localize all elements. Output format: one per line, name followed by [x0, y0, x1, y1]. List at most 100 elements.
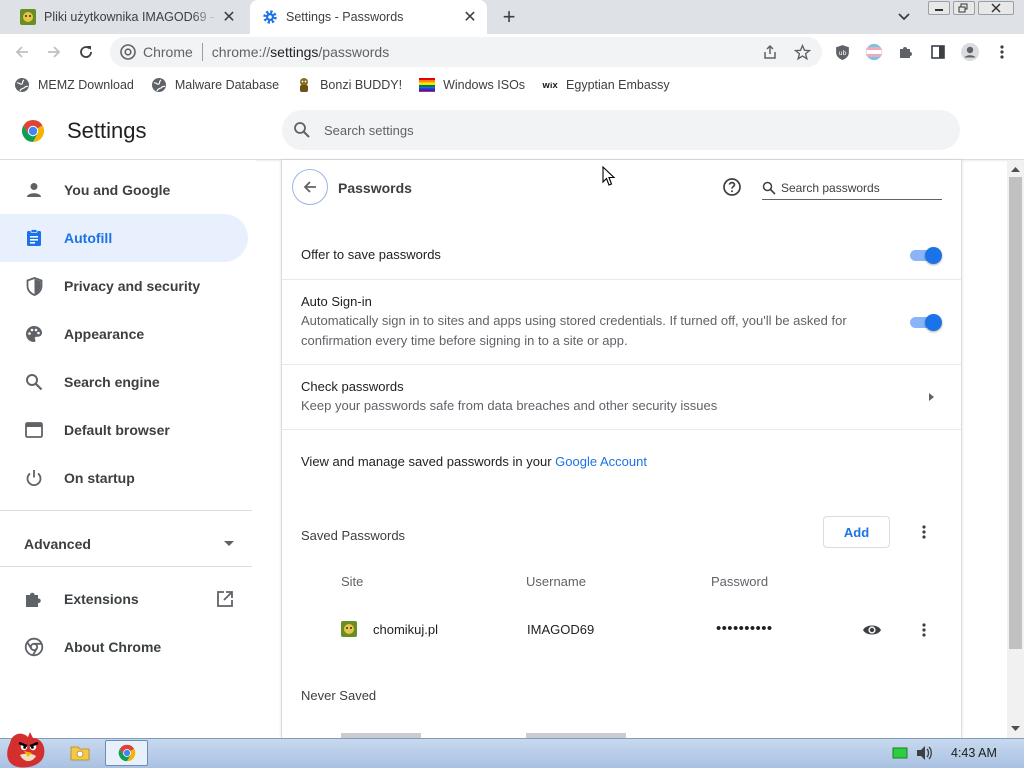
bookmark-bonzi-buddy[interactable]: Bonzi BUDDY! [296, 77, 402, 93]
back-button[interactable] [292, 169, 328, 205]
row-divider [282, 429, 961, 430]
google-account-link[interactable]: Google Account [555, 454, 647, 469]
forward-button[interactable] [43, 41, 65, 63]
arrow-back-icon [303, 181, 316, 193]
side-panel-button[interactable] [927, 41, 949, 63]
sidebar-item-on-startup[interactable]: On startup [0, 454, 248, 502]
power-icon [24, 468, 44, 488]
offer-to-save-label: Offer to save passwords [301, 247, 441, 262]
bookmark-memz[interactable]: MEMZ Download [14, 77, 134, 93]
tab-search-chevron-icon[interactable] [893, 8, 915, 26]
globe-icon [151, 78, 166, 92]
sidebar-item-privacy-and-security[interactable]: Privacy and security [0, 262, 248, 310]
show-password-eye-icon[interactable] [862, 620, 882, 640]
taskbar-clock[interactable]: 4:43 AM [951, 746, 997, 760]
close-tab-icon[interactable]: ✕ [459, 6, 481, 28]
bookmark-label: Egyptian Embassy [566, 78, 670, 92]
password-entry-site[interactable]: chomikuj.pl [373, 622, 438, 637]
sidebar-item-you-and-google[interactable]: You and Google [0, 166, 248, 214]
bookmark-label: Bonzi BUDDY! [320, 78, 403, 92]
volume-icon[interactable] [915, 745, 933, 761]
saved-passwords-title: Saved Passwords [301, 528, 406, 543]
restore-button[interactable] [953, 1, 975, 15]
more-vert-icon [922, 623, 926, 637]
scrollbar-thumb[interactable] [1009, 177, 1022, 649]
back-button[interactable] [11, 41, 33, 63]
tab-title: Pliki użytkownika IMAGOD69 - Chomikuj.pl [44, 10, 218, 24]
row-divider [282, 279, 961, 280]
check-passwords-label[interactable]: Check passwords [301, 379, 404, 394]
explorer-taskbar-button[interactable] [68, 742, 92, 764]
svg-text:ub: ub [838, 49, 846, 57]
profile-button[interactable] [959, 41, 981, 63]
globe-icon [15, 78, 29, 92]
reload-button[interactable] [75, 41, 97, 63]
add-password-button[interactable]: Add [823, 516, 890, 548]
ublock-extension-button[interactable]: ub [831, 41, 853, 63]
arrow-right-icon[interactable] [927, 392, 935, 402]
password-entry-menu-button[interactable] [914, 620, 934, 640]
omnibox-chip: Chrome [143, 44, 193, 60]
sidebar-item-label: Privacy and security [64, 278, 201, 294]
extensions-button[interactable] [895, 41, 917, 63]
sidebar-item-appearance[interactable]: Appearance [0, 310, 248, 358]
chomikuj-favicon [20, 9, 36, 25]
saved-passwords-menu-button[interactable] [914, 522, 934, 542]
password-entry-masked: •••••••••• [716, 620, 773, 637]
bookmark-malware-database[interactable]: Malware Database [151, 77, 279, 93]
row-divider [282, 364, 961, 365]
bookmark-windows-isos[interactable]: Windows ISOs [419, 77, 525, 93]
tab-chomikuj[interactable]: Pliki użytkownika IMAGOD69 - Chomikuj.pl… [8, 0, 246, 34]
avatar-icon [961, 43, 979, 61]
sidebar-item-extensions[interactable]: Extensions [0, 575, 248, 623]
sidebar-item-label: About Chrome [64, 639, 162, 655]
chrome-taskbar-button[interactable] [105, 740, 148, 766]
auto-signin-description-line2: confirmation every time before signing i… [301, 333, 628, 348]
sidebar-item-label: You and Google [64, 182, 171, 198]
help-icon[interactable] [722, 177, 742, 197]
close-window-button[interactable] [978, 1, 1014, 15]
shield-icon [24, 276, 44, 296]
bookmark-label: Malware Database [174, 78, 280, 92]
close-icon [991, 3, 1001, 13]
new-tab-button[interactable]: + [497, 6, 521, 28]
sidebar-item-autofill[interactable]: Autofill [0, 214, 248, 262]
scroll-up-arrow-icon[interactable] [1011, 165, 1020, 174]
close-tab-icon[interactable]: ✕ [218, 6, 240, 28]
search-placeholder: Search settings [324, 122, 414, 138]
chrome-outline-icon [24, 637, 44, 657]
taskbar [0, 738, 1024, 768]
url-scheme: chrome:// [211, 44, 271, 60]
scroll-down-arrow-icon[interactable] [1011, 724, 1020, 733]
bonzi-icon [300, 78, 309, 92]
sidebar-item-about-chrome[interactable]: About Chrome [0, 623, 248, 671]
sidebar-item-search-engine[interactable]: Search engine [0, 358, 248, 406]
sidebar-item-label: On startup [64, 470, 135, 486]
bookmark-star-button[interactable] [791, 41, 813, 63]
pride-extension-button[interactable] [863, 41, 885, 63]
bookmark-egyptian-embassy[interactable]: WiX Egyptian Embassy [542, 77, 670, 93]
chrome-menu-button[interactable] [991, 41, 1013, 63]
auto-signin-toggle[interactable] [910, 314, 942, 331]
sidebar-item-label: Appearance [64, 326, 145, 342]
offer-to-save-toggle[interactable] [910, 247, 942, 264]
column-header-username: Username [526, 574, 586, 589]
sidebar-item-default-browser[interactable]: Default browser [0, 406, 248, 454]
angry-bird-start-icon[interactable] [2, 729, 50, 768]
star-icon [793, 43, 811, 60]
advanced-label: Advanced [24, 536, 91, 552]
search-passwords-input[interactable]: Search passwords [762, 176, 942, 200]
more-vert-icon [922, 525, 926, 539]
minimize-button[interactable] [928, 1, 950, 15]
tab-settings-passwords[interactable]: Settings - Passwords ✕ [250, 0, 487, 34]
sidebar-advanced-toggle[interactable]: Advanced [24, 534, 234, 554]
column-header-password: Password [711, 574, 769, 589]
sidebar-divider [0, 566, 252, 567]
address-bar[interactable]: Chrome chrome://settings/passwords [110, 37, 822, 67]
auto-signin-description-line1: Automatically sign in to sites and apps … [301, 313, 847, 328]
page-scrollbar[interactable] [1007, 160, 1024, 738]
share-button[interactable] [759, 41, 781, 63]
settings-search-input[interactable]: Search settings [282, 110, 960, 150]
network-icon[interactable] [892, 746, 908, 760]
auto-signin-label: Auto Sign-in [301, 294, 372, 309]
